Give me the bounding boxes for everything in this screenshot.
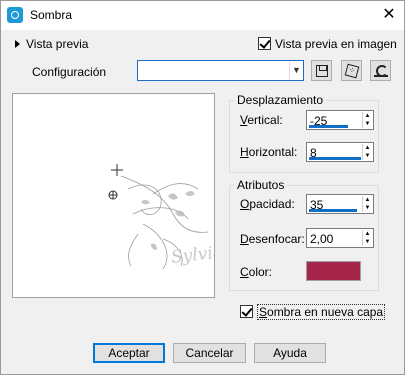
blur-stepper-buttons[interactable]: ▲ ▼	[362, 230, 372, 246]
cancel-button[interactable]: Cancelar	[173, 343, 246, 363]
paintshop-icon	[7, 7, 23, 23]
color-label: Color:	[240, 265, 272, 279]
attributes-group-title: Atributos	[234, 178, 288, 192]
configuration-select[interactable]: ▼	[137, 60, 304, 81]
save-preset-icon	[315, 64, 328, 77]
horizontal-spinner[interactable]: 8 ▲ ▼	[306, 142, 374, 162]
preview-in-image-label: Vista previa en imagen	[275, 37, 397, 51]
blur-label-key: D	[240, 232, 249, 246]
reset-icon	[373, 64, 388, 77]
configuration-label: Configuración	[32, 65, 107, 79]
vertical-slider-track[interactable]	[309, 125, 348, 128]
vertical-stepper-buttons[interactable]: ▲ ▼	[362, 112, 372, 128]
blur-value[interactable]: 2,00	[310, 232, 333, 246]
checkbox-checked-icon[interactable]	[258, 37, 271, 50]
expand-triangle-icon	[15, 40, 20, 48]
arrow-up-icon[interactable]: ▲	[363, 144, 372, 152]
new-layer-label-key: S	[259, 305, 268, 319]
opacity-label-key: O	[240, 197, 250, 211]
blur-label-rest: esenfocar:	[248, 232, 305, 246]
save-preset-button[interactable]	[311, 60, 332, 81]
arrow-up-icon[interactable]: ▲	[363, 230, 372, 238]
randomize-button[interactable]: ⁘	[341, 60, 362, 81]
vertical-label-rest: ertical:	[247, 113, 283, 127]
chevron-down-icon[interactable]: ▼	[289, 61, 303, 80]
new-layer-label: Sombra en nueva capa	[257, 304, 386, 320]
arrow-up-icon[interactable]: ▲	[363, 112, 372, 120]
blur-spinner[interactable]: 2,00 ▲ ▼	[306, 228, 374, 248]
preview-toggle[interactable]: Vista previa	[15, 37, 88, 51]
preview-artwork	[108, 164, 209, 270]
arrow-down-icon[interactable]: ▼	[363, 238, 372, 246]
vertical-label: Vertical:	[240, 113, 283, 127]
color-label-rest: olor:	[248, 265, 273, 279]
shadow-color-swatch[interactable]	[306, 261, 361, 281]
accept-button[interactable]: Aceptar	[93, 343, 165, 363]
close-button[interactable]: ✕	[373, 0, 405, 30]
opacity-spinner[interactable]: 35 ▲ ▼	[306, 194, 374, 214]
color-label-key: C	[240, 265, 249, 279]
new-layer-label-rest: ombra en nueva capa	[267, 305, 384, 319]
horizontal-label: Horizontal:	[240, 145, 297, 159]
title-bar: Sombra ✕	[0, 0, 405, 30]
checkbox-checked-icon[interactable]	[240, 305, 253, 318]
preview-toggle-label: Vista previa	[26, 37, 89, 51]
arrow-down-icon[interactable]: ▼	[363, 152, 372, 160]
horizontal-label-key: H	[240, 145, 249, 159]
opacity-label: Opacidad:	[240, 197, 295, 211]
horizontal-label-rest: orizontal:	[248, 145, 298, 159]
close-icon: ✕	[382, 6, 396, 23]
reset-button[interactable]	[370, 60, 391, 81]
arrow-down-icon[interactable]: ▼	[363, 204, 372, 212]
vertical-spinner[interactable]: -25 ▲ ▼	[306, 110, 374, 130]
horizontal-slider-track[interactable]	[309, 157, 361, 160]
randomize-icon: ⁘	[344, 63, 359, 78]
blur-label: Desenfocar:	[240, 232, 305, 246]
new-layer-checkbox[interactable]: Sombra en nueva capa	[240, 304, 386, 320]
preview-canvas[interactable]: Sylviane	[12, 93, 215, 298]
help-button[interactable]: Ayuda	[254, 343, 326, 363]
window-title: Sombra	[30, 8, 73, 22]
preview-in-image-checkbox[interactable]: Vista previa en imagen	[258, 37, 397, 51]
opacity-label-rest: pacidad:	[249, 197, 295, 211]
arrow-down-icon[interactable]: ▼	[363, 120, 372, 128]
horizontal-stepper-buttons[interactable]: ▲ ▼	[362, 144, 372, 160]
opacity-stepper-buttons[interactable]: ▲ ▼	[362, 196, 372, 212]
arrow-up-icon[interactable]: ▲	[363, 196, 372, 204]
offset-group-title: Desplazamiento	[234, 93, 327, 107]
opacity-slider-track[interactable]	[309, 209, 357, 212]
